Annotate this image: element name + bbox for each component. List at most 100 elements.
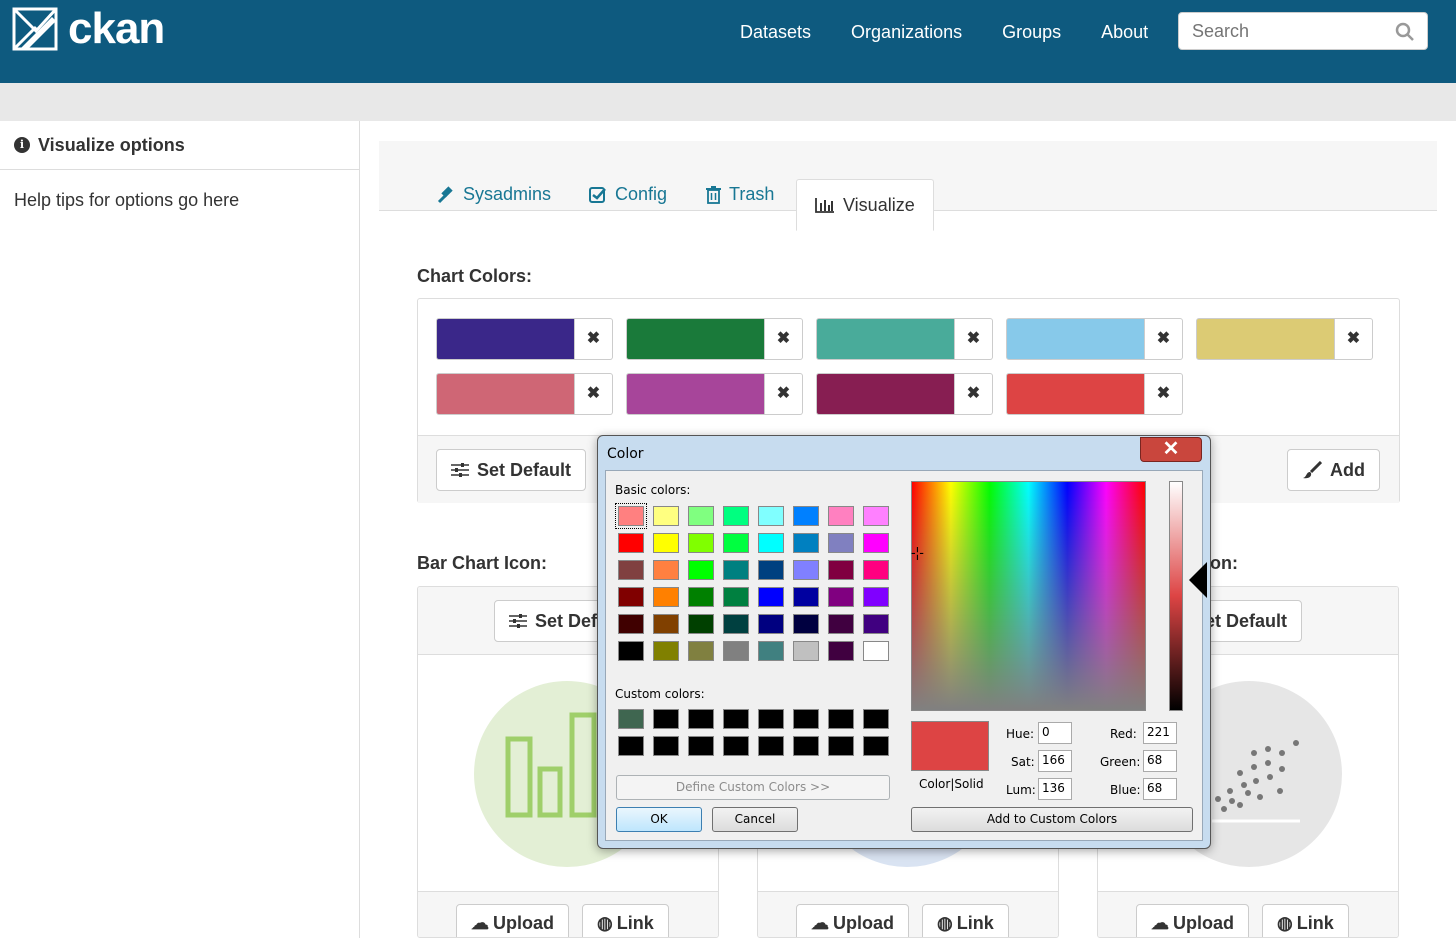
chart-color-value[interactable] — [626, 373, 765, 415]
add-to-custom-colors-button[interactable]: Add to Custom Colors — [911, 807, 1193, 832]
tab-sysadmins[interactable]: Sysadmins — [435, 184, 551, 205]
basic-color-cell[interactable] — [653, 614, 679, 634]
chart-color-value[interactable] — [436, 318, 575, 360]
custom-color-cell[interactable] — [863, 736, 889, 756]
basic-color-cell[interactable] — [688, 506, 714, 526]
blue-field[interactable]: 68 — [1143, 778, 1177, 800]
define-custom-colors-button[interactable]: Define Custom Colors >> — [616, 775, 890, 800]
lum-field[interactable]: 136 — [1038, 778, 1072, 800]
basic-color-cell[interactable] — [723, 641, 749, 661]
custom-color-cell[interactable] — [793, 736, 819, 756]
tab-visualize[interactable]: Visualize — [796, 179, 934, 231]
basic-color-cell[interactable] — [828, 614, 854, 634]
remove-color-icon[interactable]: ✖ — [765, 373, 803, 415]
chart-color-value[interactable] — [1196, 318, 1335, 360]
red-field[interactable]: 221 — [1143, 722, 1177, 744]
basic-color-cell[interactable] — [793, 533, 819, 553]
basic-color-cell[interactable] — [758, 506, 784, 526]
luminosity-slider[interactable] — [1169, 481, 1183, 711]
basic-color-cell[interactable] — [863, 614, 889, 634]
custom-color-cell[interactable] — [793, 709, 819, 729]
search-input[interactable] — [1192, 13, 1392, 49]
custom-color-cell[interactable] — [723, 709, 749, 729]
basic-color-cell[interactable] — [615, 503, 647, 529]
nav-groups[interactable]: Groups — [1002, 20, 1061, 44]
basic-color-cell[interactable] — [758, 560, 784, 580]
basic-color-cell[interactable] — [688, 641, 714, 661]
custom-color-cell[interactable] — [723, 736, 749, 756]
chart-color-value[interactable] — [816, 318, 955, 360]
custom-color-cell[interactable] — [653, 736, 679, 756]
basic-color-cell[interactable] — [618, 587, 644, 607]
basic-color-cell[interactable] — [723, 506, 749, 526]
basic-color-cell[interactable] — [828, 587, 854, 607]
basic-color-cell[interactable] — [618, 533, 644, 553]
custom-color-cell[interactable] — [758, 709, 784, 729]
hue-field[interactable]: 0 — [1038, 722, 1072, 744]
basic-color-cell[interactable] — [828, 506, 854, 526]
link-button[interactable]: ◍ Link — [582, 904, 669, 937]
chart-color-value[interactable] — [816, 373, 955, 415]
chart-color-value[interactable] — [1006, 318, 1145, 360]
ckan-logo[interactable]: ckan — [12, 7, 165, 51]
basic-color-cell[interactable] — [618, 560, 644, 580]
basic-color-cell[interactable] — [653, 506, 679, 526]
basic-color-cell[interactable] — [793, 641, 819, 661]
custom-color-cell[interactable] — [618, 736, 644, 756]
basic-color-cell[interactable] — [653, 560, 679, 580]
basic-color-cell[interactable] — [618, 641, 644, 661]
tab-config[interactable]: Config — [589, 184, 667, 205]
ok-button[interactable]: OK — [616, 807, 702, 832]
set-default-colors-button[interactable]: Set Default — [436, 449, 587, 491]
custom-color-cell[interactable] — [828, 709, 854, 729]
basic-color-cell[interactable] — [758, 587, 784, 607]
sat-field[interactable]: 166 — [1038, 750, 1072, 772]
custom-color-cell[interactable] — [688, 709, 714, 729]
basic-color-cell[interactable] — [653, 533, 679, 553]
custom-color-cell[interactable] — [863, 709, 889, 729]
remove-color-icon[interactable]: ✖ — [1145, 318, 1183, 360]
custom-color-cell[interactable] — [828, 736, 854, 756]
basic-color-cell[interactable] — [688, 533, 714, 553]
nav-datasets[interactable]: Datasets — [740, 20, 811, 44]
dialog-close-button[interactable]: ✕ — [1140, 437, 1202, 462]
remove-color-icon[interactable]: ✖ — [575, 373, 613, 415]
basic-color-cell[interactable] — [723, 560, 749, 580]
remove-color-icon[interactable]: ✖ — [1145, 373, 1183, 415]
basic-color-cell[interactable] — [793, 614, 819, 634]
basic-color-cell[interactable] — [828, 641, 854, 661]
custom-color-cell[interactable] — [688, 736, 714, 756]
green-field[interactable]: 68 — [1143, 750, 1177, 772]
basic-color-cell[interactable] — [828, 533, 854, 553]
upload-button[interactable]: ☁ Upload — [456, 904, 569, 937]
add-color-button[interactable]: Add — [1287, 449, 1380, 491]
basic-color-cell[interactable] — [758, 533, 784, 553]
search-icon[interactable] — [1395, 22, 1415, 42]
basic-color-cell[interactable] — [793, 587, 819, 607]
basic-color-cell[interactable] — [863, 560, 889, 580]
basic-color-cell[interactable] — [723, 533, 749, 553]
basic-color-cell[interactable] — [688, 560, 714, 580]
basic-color-cell[interactable] — [688, 587, 714, 607]
nav-about[interactable]: About — [1101, 20, 1148, 44]
basic-color-cell[interactable] — [828, 560, 854, 580]
basic-color-cell[interactable] — [863, 506, 889, 526]
basic-color-cell[interactable] — [618, 614, 644, 634]
custom-color-cell[interactable] — [618, 709, 644, 729]
basic-color-cell[interactable] — [653, 641, 679, 661]
nav-organizations[interactable]: Organizations — [851, 20, 962, 44]
basic-color-cell[interactable] — [863, 533, 889, 553]
upload-button[interactable]: ☁ Upload — [796, 904, 909, 937]
basic-color-cell[interactable] — [758, 641, 784, 661]
remove-color-icon[interactable]: ✖ — [955, 318, 993, 360]
remove-color-icon[interactable]: ✖ — [955, 373, 993, 415]
basic-color-cell[interactable] — [793, 560, 819, 580]
basic-color-cell[interactable] — [863, 587, 889, 607]
basic-color-cell[interactable] — [863, 641, 889, 661]
remove-color-icon[interactable]: ✖ — [1335, 318, 1373, 360]
custom-color-cell[interactable] — [758, 736, 784, 756]
basic-color-cell[interactable] — [723, 614, 749, 634]
upload-button[interactable]: ☁ Upload — [1136, 904, 1249, 937]
basic-color-cell[interactable] — [653, 587, 679, 607]
link-button[interactable]: ◍ Link — [1262, 904, 1349, 937]
